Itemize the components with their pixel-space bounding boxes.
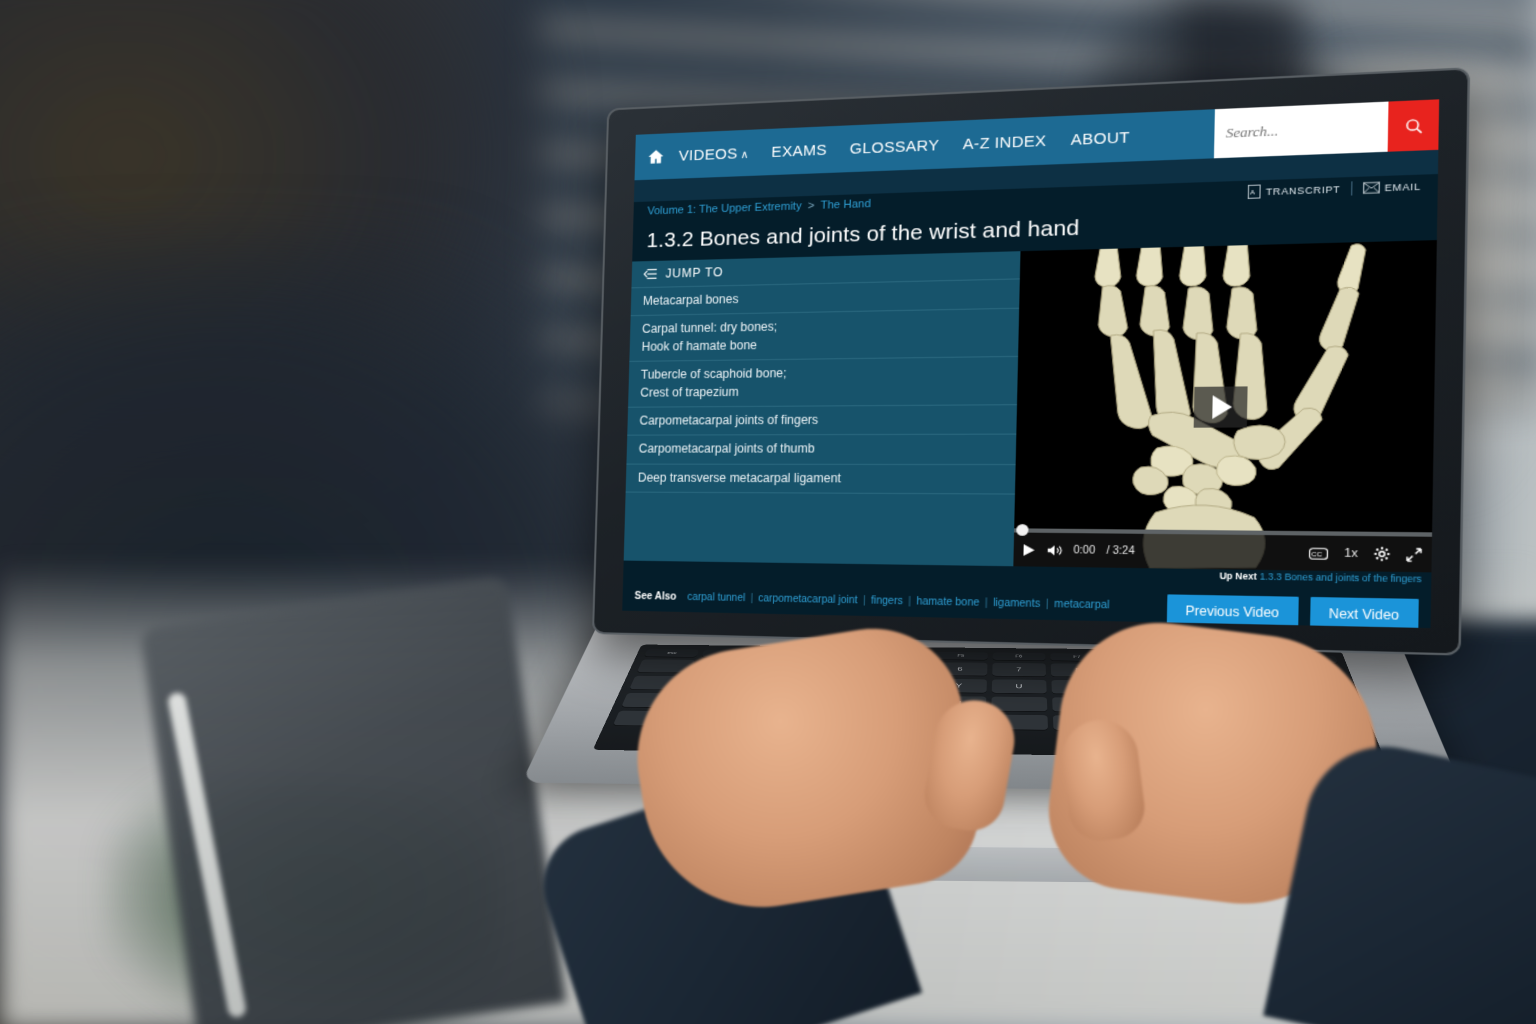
jump-to-item[interactable]: Tubercle of scaphoid bone; Crest of trape… xyxy=(628,356,1019,407)
see-also-separator: | xyxy=(739,613,743,625)
search-icon xyxy=(1403,116,1424,135)
see-also-tag[interactable]: wrist xyxy=(874,616,896,628)
breadcrumb-separator: > xyxy=(807,199,815,213)
see-also-tag[interactable]: trapezium bone xyxy=(789,614,861,627)
see-also-separator: | xyxy=(984,597,988,610)
see-also-separator: | xyxy=(1045,598,1049,611)
video-progress-handle[interactable] xyxy=(1016,524,1029,536)
jump-to-item[interactable]: Carpal tunnel: dry bones; Hook of hamate … xyxy=(629,308,1020,362)
see-also-separator: | xyxy=(866,615,870,628)
svg-text:A: A xyxy=(1251,190,1256,197)
key-u[interactable]: U xyxy=(991,679,1047,694)
pdf-icon: A xyxy=(1248,184,1261,198)
see-also-tag[interactable]: carpal tunnel xyxy=(687,592,745,604)
playback-speed-button[interactable]: 1x xyxy=(1344,547,1358,560)
see-also: See Also carpal tunnel | carpometacarpal j… xyxy=(634,587,1168,628)
up-next-title[interactable]: 1.3.3 Bones and joints of the fingers xyxy=(1259,571,1421,585)
laptop-screen: VIDEOS∧ EXAMS GLOSSARY A-Z INDEX ABOUT xyxy=(622,99,1440,629)
transcript-label: TRANSCRIPT xyxy=(1265,183,1341,197)
key-7[interactable]: 7 xyxy=(991,662,1047,677)
key-f6[interactable]: F6 xyxy=(992,652,1046,661)
email-label: EMAIL xyxy=(1384,180,1421,193)
email-button[interactable]: EMAIL xyxy=(1363,180,1421,194)
see-also-tag[interactable]: scaphoid bone xyxy=(669,612,735,625)
previous-video-button[interactable]: Previous Video xyxy=(1166,594,1299,629)
video-navigation-buttons: Previous Video Next Video xyxy=(1166,594,1419,629)
see-also-tag[interactable]: thumb xyxy=(747,613,776,625)
nav-item-videos-label: VIDEOS xyxy=(678,144,738,165)
search-area xyxy=(1213,99,1440,159)
video-player[interactable]: 0:00 / 3:24 CC 1x xyxy=(1013,240,1437,573)
see-also-tag-list: carpal tunnel | carpometacarpal joint | fing… xyxy=(634,592,1110,628)
document-actions: A TRANSCRIPT EMAIL xyxy=(1248,179,1421,199)
see-also-tag[interactable]: fingers xyxy=(871,595,903,607)
jump-to-item[interactable]: Deep transverse metacarpal ligament xyxy=(625,463,1016,495)
see-also-separator: | xyxy=(901,616,905,629)
nav-item-az-index[interactable]: A-Z INDEX xyxy=(963,132,1047,153)
nav-item-videos[interactable]: VIDEOS ∧ xyxy=(679,144,750,164)
jump-to-label: JUMP TO xyxy=(665,265,724,281)
up-next-label: Up Next xyxy=(1219,570,1257,582)
play-icon xyxy=(1212,395,1233,420)
video-duration: / 3:24 xyxy=(1106,544,1135,557)
gear-icon[interactable] xyxy=(1373,546,1390,562)
nav-links: VIDEOS ∧ EXAMS GLOSSARY A-Z INDEX ABOUT xyxy=(679,128,1131,164)
key-esc[interactable]: esc xyxy=(644,649,700,658)
content-area: JUMP TO Metacarpal bones Carpal tunnel: d… xyxy=(623,240,1437,573)
breadcrumb-volume[interactable]: Volume 1: The Upper Extremity xyxy=(647,200,801,217)
svg-text:CC: CC xyxy=(1312,550,1323,558)
chevron-up-icon: ∧ xyxy=(740,148,750,161)
see-also-separator: | xyxy=(750,593,754,605)
webpage: VIDEOS∧ EXAMS GLOSSARY A-Z INDEX ABOUT xyxy=(622,99,1440,629)
search-button[interactable] xyxy=(1387,99,1440,152)
see-also-separator: | xyxy=(780,614,784,626)
up-next[interactable]: Up Next 1.3.3 Bones and joints of the fi… xyxy=(1219,570,1421,584)
nav-item-glossary[interactable]: GLOSSARY xyxy=(850,136,940,157)
see-also-tag[interactable]: carpometacarpal joint xyxy=(758,593,858,606)
video-current-time: 0:00 xyxy=(1073,544,1096,557)
volume-icon[interactable] xyxy=(1047,543,1063,557)
action-divider xyxy=(1351,181,1353,196)
nav-item-exams[interactable]: EXAMS xyxy=(771,141,827,160)
laptop-lid: VIDEOS∧ EXAMS GLOSSARY A-Z INDEX ABOUT xyxy=(592,67,1471,656)
play-overlay-button[interactable] xyxy=(1193,386,1248,428)
jump-to-item[interactable]: Carpometacarpal joints of fingers xyxy=(627,404,1018,435)
nav-item-about[interactable]: ABOUT xyxy=(1070,128,1130,148)
jump-to-item[interactable]: Carpometacarpal joints of thumb xyxy=(626,433,1017,464)
closed-captions-button[interactable]: CC xyxy=(1309,547,1328,559)
see-also-separator: | xyxy=(908,595,912,608)
jump-to-icon xyxy=(643,268,658,280)
jump-to-sidebar: JUMP TO Metacarpal bones Carpal tunnel: d… xyxy=(623,251,1021,567)
search-input[interactable] xyxy=(1213,101,1389,159)
see-also-separator: | xyxy=(660,611,664,623)
home-icon[interactable] xyxy=(647,147,665,166)
next-video-button[interactable]: Next Video xyxy=(1309,596,1419,629)
scene: escF5F6F7F8 678 TYU GHL B VIDE xyxy=(0,0,1536,1024)
breadcrumb-section[interactable]: The Hand xyxy=(820,198,871,212)
key-f5[interactable]: F5 xyxy=(933,651,988,660)
envelope-icon xyxy=(1363,182,1380,195)
jump-to-list: Metacarpal bones Carpal tunnel: dry bones… xyxy=(625,278,1020,495)
see-also-label: See Also xyxy=(634,590,677,603)
video-controls-right: CC 1x xyxy=(1309,545,1422,562)
page-footer: Up Next 1.3.3 Bones and joints of the fi… xyxy=(622,561,1431,629)
see-also-tag[interactable]: hamate bone xyxy=(916,596,979,609)
play-button[interactable] xyxy=(1022,543,1036,557)
see-also-separator: | xyxy=(862,595,866,607)
fullscreen-icon[interactable] xyxy=(1406,547,1422,562)
transcript-button[interactable]: A TRANSCRIPT xyxy=(1248,182,1341,199)
see-also-tag[interactable]: ligaments xyxy=(993,598,1040,611)
